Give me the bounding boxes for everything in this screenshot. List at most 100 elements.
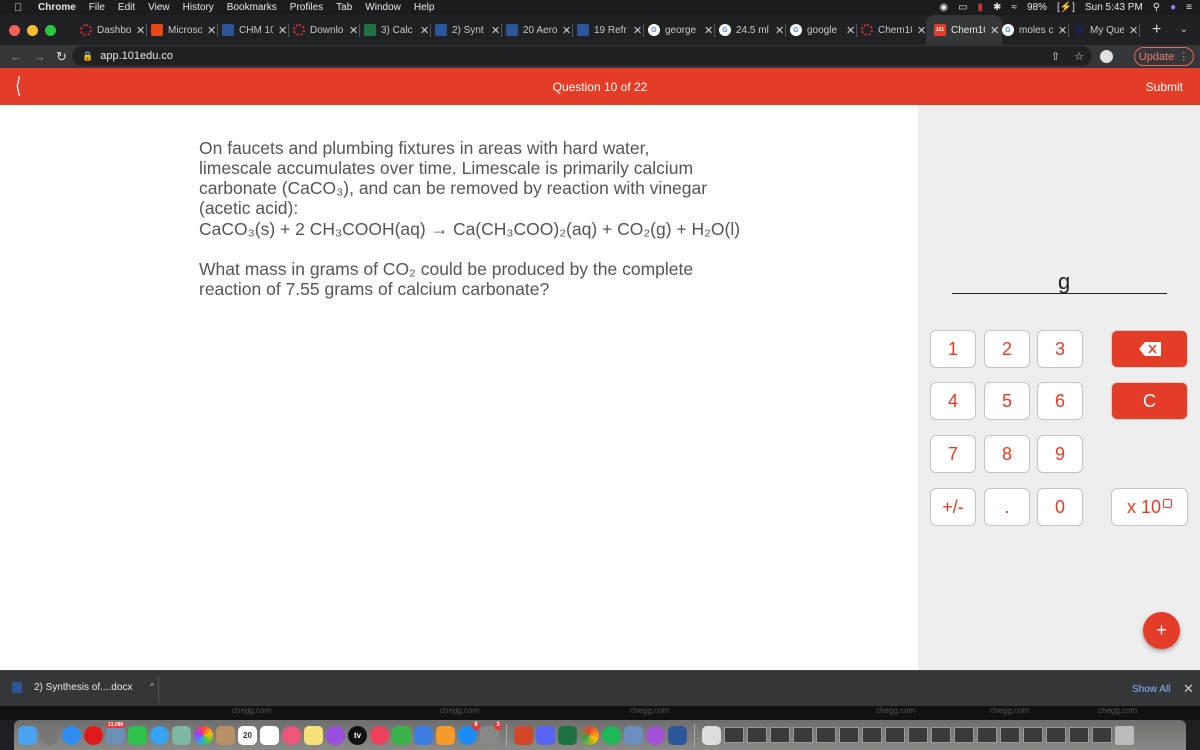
launchpad-icon[interactable] [40,725,59,745]
minimized-window[interactable] [1000,727,1020,743]
finder-icon[interactable] [18,725,37,745]
tab-close-icon[interactable]: ✕ [491,24,500,37]
tab-close-icon[interactable]: ✕ [846,24,855,37]
downloads-stack-icon[interactable] [702,725,721,745]
tab-close-icon[interactable]: ✕ [420,24,429,37]
menu-app-name[interactable]: Chrome [38,2,76,13]
flag-icon[interactable]: ▮ [978,2,984,13]
browser-tab[interactable]: b My Que ✕ [1073,15,1144,45]
key-digit-9-button[interactable]: 9 [1037,435,1083,473]
browser-tab[interactable]: Microso ✕ [151,15,222,45]
scientific-notation-button[interactable]: x 10 [1111,488,1188,526]
clear-button[interactable]: C [1111,382,1188,420]
browser-tab[interactable]: 2) Synt ✕ [435,15,506,45]
download-item[interactable]: 2) Synthesis of....docx ⌃ [12,682,156,693]
tab-close-icon[interactable]: ✕ [136,24,145,37]
numbers-icon[interactable] [392,725,411,745]
minimized-window[interactable] [839,727,859,743]
browser-tab[interactable]: 19 Refr ✕ [577,15,648,45]
excel-icon[interactable] [558,725,577,745]
minimized-window[interactable] [908,727,928,743]
key-digit-5-button[interactable]: 5 [984,382,1030,420]
flask-app-icon[interactable] [646,725,665,745]
menu-edit[interactable]: Edit [118,2,135,13]
bluetooth-icon[interactable]: ✱ [993,2,1001,13]
forward-arrow-icon[interactable]: → [33,49,46,64]
key-digit-0-button[interactable]: 0 [1037,488,1083,526]
wifi-icon[interactable]: ≈ [1011,2,1017,13]
podcasts-icon[interactable] [326,725,345,745]
keynote-icon[interactable] [414,725,433,745]
system-preferences-icon[interactable]: 3 [480,721,502,745]
minimized-window[interactable] [885,727,905,743]
notes-icon[interactable] [304,725,323,745]
spotify-icon[interactable] [602,725,621,745]
photos-icon[interactable] [194,725,213,745]
bookmark-star-icon[interactable]: ☆ [1074,50,1084,63]
app-store-icon[interactable]: 8 [458,721,480,745]
minimized-window[interactable] [747,727,767,743]
tab-close-icon[interactable]: ✕ [349,24,358,37]
tab-close-icon[interactable]: ✕ [1129,24,1138,37]
answer-field-underline[interactable] [952,293,1167,294]
menu-file[interactable]: File [89,2,105,13]
browser-tab[interactable]: G 24.5 ml ✕ [719,15,790,45]
zoom-window-button[interactable] [45,24,56,36]
key-digit-3-button[interactable]: 3 [1037,330,1083,368]
tab-close-icon[interactable]: ✕ [1058,24,1067,37]
submit-button[interactable]: Submit [1146,80,1183,94]
minimized-window[interactable] [1023,727,1043,743]
browser-tab[interactable]: 20 Aero ✕ [506,15,577,45]
minimized-window[interactable] [1046,727,1066,743]
contacts-icon[interactable] [216,725,235,745]
pages-icon[interactable] [436,725,455,745]
menu-help[interactable]: Help [414,2,435,13]
add-fab-button[interactable]: + [1143,612,1180,649]
menu-view[interactable]: View [148,2,170,13]
word-icon[interactable] [668,725,687,745]
menu-history[interactable]: History [183,2,214,13]
minimized-window[interactable] [954,727,974,743]
download-file-name[interactable]: 2) Synthesis of....docx [34,682,132,693]
powerpoint-icon[interactable] [514,725,533,745]
tab-close-icon[interactable]: ✕ [704,24,713,37]
minimized-window[interactable] [1069,727,1089,743]
calendar-icon[interactable]: 20 [238,725,257,745]
menu-window[interactable]: Window [365,2,401,13]
mail-icon[interactable]: 13,086 [106,721,126,745]
address-bar[interactable]: 🔒 app.101edu.co ⇧ ☆ [72,46,1092,66]
tab-close-icon[interactable]: ✕ [917,24,926,37]
reload-icon[interactable]: ↻ [56,49,67,65]
clock[interactable]: Sun 5:43 PM [1085,2,1143,13]
browser-tab[interactable]: Dashbo ✕ [80,15,151,45]
update-button[interactable]: Update ⋮ [1134,47,1194,66]
browser-tab[interactable]: Downlo ✕ [293,15,364,45]
chevron-up-icon[interactable]: ⌃ [148,682,156,693]
share-icon[interactable]: ⇧ [1051,50,1060,63]
menu-bookmarks[interactable]: Bookmarks [227,2,277,13]
tab-close-icon[interactable]: ✕ [562,24,571,37]
tab-close-icon[interactable]: ✕ [633,24,642,37]
key-digit-7-button[interactable]: 7 [930,435,976,473]
discord-icon[interactable] [536,725,555,745]
maps-icon[interactable] [172,725,191,745]
browser-tab[interactable]: Ggeorge ✕ [648,15,719,45]
tab-close-icon[interactable]: ✕ [207,24,216,37]
apple-tv-icon[interactable]: tv [348,725,367,745]
opera-icon[interactable] [84,725,103,745]
messages-icon[interactable] [150,725,169,745]
key-digit-1-button[interactable]: 1 [930,330,976,368]
menu-profiles[interactable]: Profiles [290,2,323,13]
browser-tab[interactable]: Chem10 ✕ [861,15,932,45]
tab-close-icon[interactable]: ✕ [278,24,287,37]
minimized-window[interactable] [770,727,790,743]
minimized-window[interactable] [724,727,744,743]
close-download-bar-icon[interactable]: ✕ [1183,681,1194,697]
new-tab-button[interactable]: + [1152,21,1161,39]
browser-tab[interactable]: CHM 10 ✕ [222,15,293,45]
close-window-button[interactable] [9,24,20,36]
airplay-icon[interactable]: ▭ [958,2,967,13]
tab-close-icon[interactable]: ✕ [990,24,999,37]
tab-search-chevron-icon[interactable]: ⌄ [1180,24,1188,35]
battery-icon[interactable]: [⚡] [1057,2,1075,13]
